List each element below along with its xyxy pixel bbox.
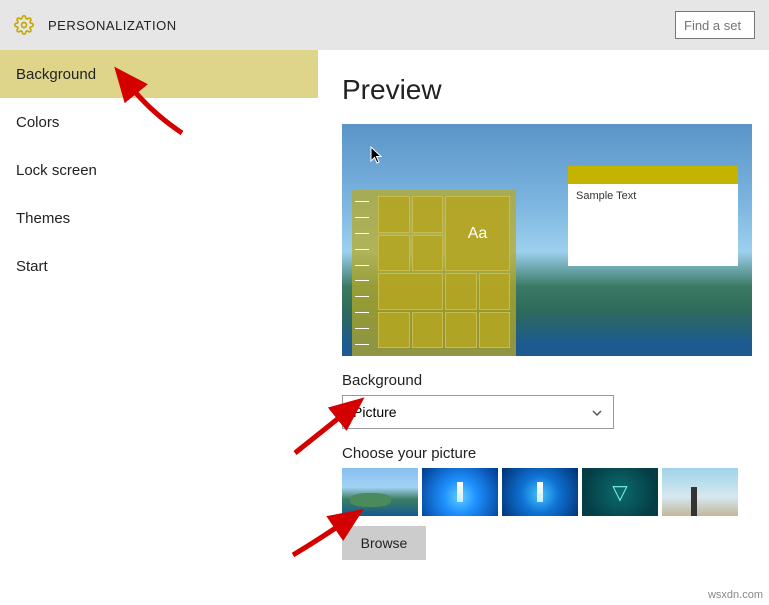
sidebar-item-colors[interactable]: Colors (0, 98, 318, 146)
search-input[interactable] (675, 11, 755, 39)
page-title: PERSONALIZATION (48, 18, 177, 33)
sidebar-item-label: Start (16, 258, 48, 275)
chevron-down-icon (591, 406, 603, 418)
thumbnail-teal-triangle[interactable]: ▽ (582, 468, 658, 516)
sidebar-item-lock-screen[interactable]: Lock screen (0, 146, 318, 194)
watermark: wsxdn.com (708, 589, 763, 601)
preview-sample-window: Sample Text (568, 166, 738, 266)
browse-button[interactable]: Browse (342, 526, 426, 560)
sidebar-item-start[interactable]: Start (0, 242, 318, 290)
background-dropdown[interactable]: Picture (342, 395, 614, 429)
header-left: PERSONALIZATION (14, 15, 177, 35)
cursor-icon (370, 146, 384, 169)
thumbnail-windows-hero-1[interactable] (422, 468, 498, 516)
main-content: Preview Aa Sample Text Background (318, 50, 769, 605)
preview-image: Aa Sample Text (342, 124, 752, 356)
sidebar-item-label: Lock screen (16, 162, 97, 179)
sidebar-item-themes[interactable]: Themes (0, 194, 318, 242)
thumbnail-beach-walker[interactable] (662, 468, 738, 516)
preview-start-menu: Aa (352, 190, 516, 356)
background-dropdown-value: Picture (353, 404, 397, 420)
sidebar-item-background[interactable]: Background (0, 50, 318, 98)
choose-picture-label: Choose your picture (342, 445, 745, 462)
sidebar-item-label: Background (16, 66, 96, 83)
header-bar: PERSONALIZATION (0, 0, 769, 50)
background-label: Background (342, 372, 745, 389)
layout: Background Colors Lock screen Themes Sta… (0, 50, 769, 605)
preview-heading: Preview (342, 74, 745, 106)
thumbnail-row: ▽ (342, 468, 745, 516)
gear-icon (14, 15, 34, 35)
sidebar-item-label: Themes (16, 210, 70, 227)
thumbnail-crater-bay[interactable] (342, 468, 418, 516)
preview-sample-text: Sample Text (568, 184, 738, 208)
sidebar-item-label: Colors (16, 114, 59, 131)
sidebar: Background Colors Lock screen Themes Sta… (0, 50, 318, 605)
preview-tile-aa: Aa (445, 196, 510, 271)
thumbnail-windows-hero-2[interactable] (502, 468, 578, 516)
